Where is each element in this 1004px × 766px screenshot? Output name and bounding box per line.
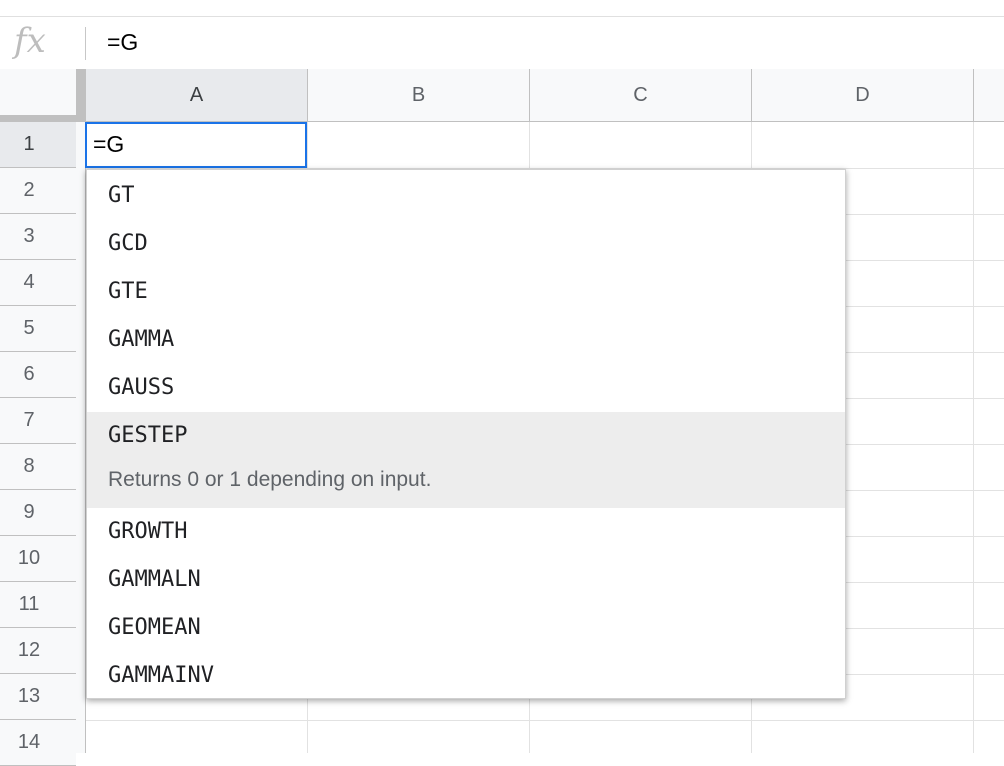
row-header-1[interactable]: 1	[0, 122, 76, 168]
suggestion-name: GESTEP	[108, 423, 188, 448]
formula-bar-separator	[85, 27, 86, 60]
suggestion-item[interactable]: GT	[87, 172, 845, 220]
suggestion-item[interactable]: GAMMALN	[87, 556, 845, 604]
suggestion-name: GAMMALN	[108, 567, 201, 592]
fx-icon: fx	[14, 21, 46, 61]
suggestion-item[interactable]: GAUSS	[87, 364, 845, 412]
row-header-3[interactable]: 3	[0, 214, 76, 260]
row-header-13[interactable]: 13	[0, 674, 76, 720]
formula-input[interactable]: =G	[107, 27, 138, 57]
row-header-gutter	[76, 122, 86, 753]
suggestion-name: GROWTH	[108, 519, 188, 544]
column-header-c[interactable]: C	[530, 69, 752, 122]
row-header-7[interactable]: 7	[0, 398, 76, 444]
formula-bar: fx =G	[0, 17, 1004, 69]
suggestion-item[interactable]: GAMMAINV	[87, 652, 845, 700]
column-gridline	[973, 122, 974, 753]
column-header-b[interactable]: B	[308, 69, 530, 122]
suggestion-name: GAMMAINV	[108, 663, 214, 688]
suggestion-name: GTE	[108, 279, 148, 304]
frozen-row-handle[interactable]	[0, 115, 86, 122]
formula-autocomplete-dropdown: GT GCD GTE GAMMA GAUSS GESTEP Returns 0 …	[86, 169, 846, 699]
suggestion-item[interactable]: GROWTH	[87, 508, 845, 556]
row-header-10[interactable]: 10	[0, 536, 76, 582]
suggestion-name: GAMMA	[108, 327, 175, 352]
row-header-6[interactable]: 6	[0, 352, 76, 398]
suggestion-item[interactable]: GTE	[87, 268, 845, 316]
suggestion-name: GT	[108, 183, 135, 208]
column-header-d[interactable]: D	[752, 69, 974, 122]
row-header-14[interactable]: 14	[0, 720, 76, 766]
active-cell-editor[interactable]: =G	[85, 122, 307, 168]
row-header-9[interactable]: 9	[0, 490, 76, 536]
suggestion-name: GCD	[108, 231, 148, 256]
suggestion-item[interactable]: GEOMEAN	[87, 604, 845, 652]
column-header-a[interactable]: A	[86, 69, 308, 122]
row-header-5[interactable]: 5	[0, 306, 76, 352]
suggestion-name: GAUSS	[108, 375, 175, 400]
suggestion-item-highlighted[interactable]: GESTEP Returns 0 or 1 depending on input…	[87, 412, 845, 508]
row-header-8[interactable]: 8	[0, 444, 76, 490]
row-header-11[interactable]: 11	[0, 582, 76, 628]
suggestion-name: GEOMEAN	[108, 615, 201, 640]
suggestion-item[interactable]: GAMMA	[87, 316, 845, 364]
row-header-4[interactable]: 4	[0, 260, 76, 306]
column-header-e-partial[interactable]	[974, 69, 1004, 122]
row-header-12[interactable]: 12	[0, 628, 76, 674]
suggestion-item[interactable]: GCD	[87, 220, 845, 268]
row-header-2[interactable]: 2	[0, 168, 76, 214]
row-gridline	[86, 720, 1004, 721]
suggestion-description: Returns 0 or 1 depending on input.	[108, 468, 432, 491]
